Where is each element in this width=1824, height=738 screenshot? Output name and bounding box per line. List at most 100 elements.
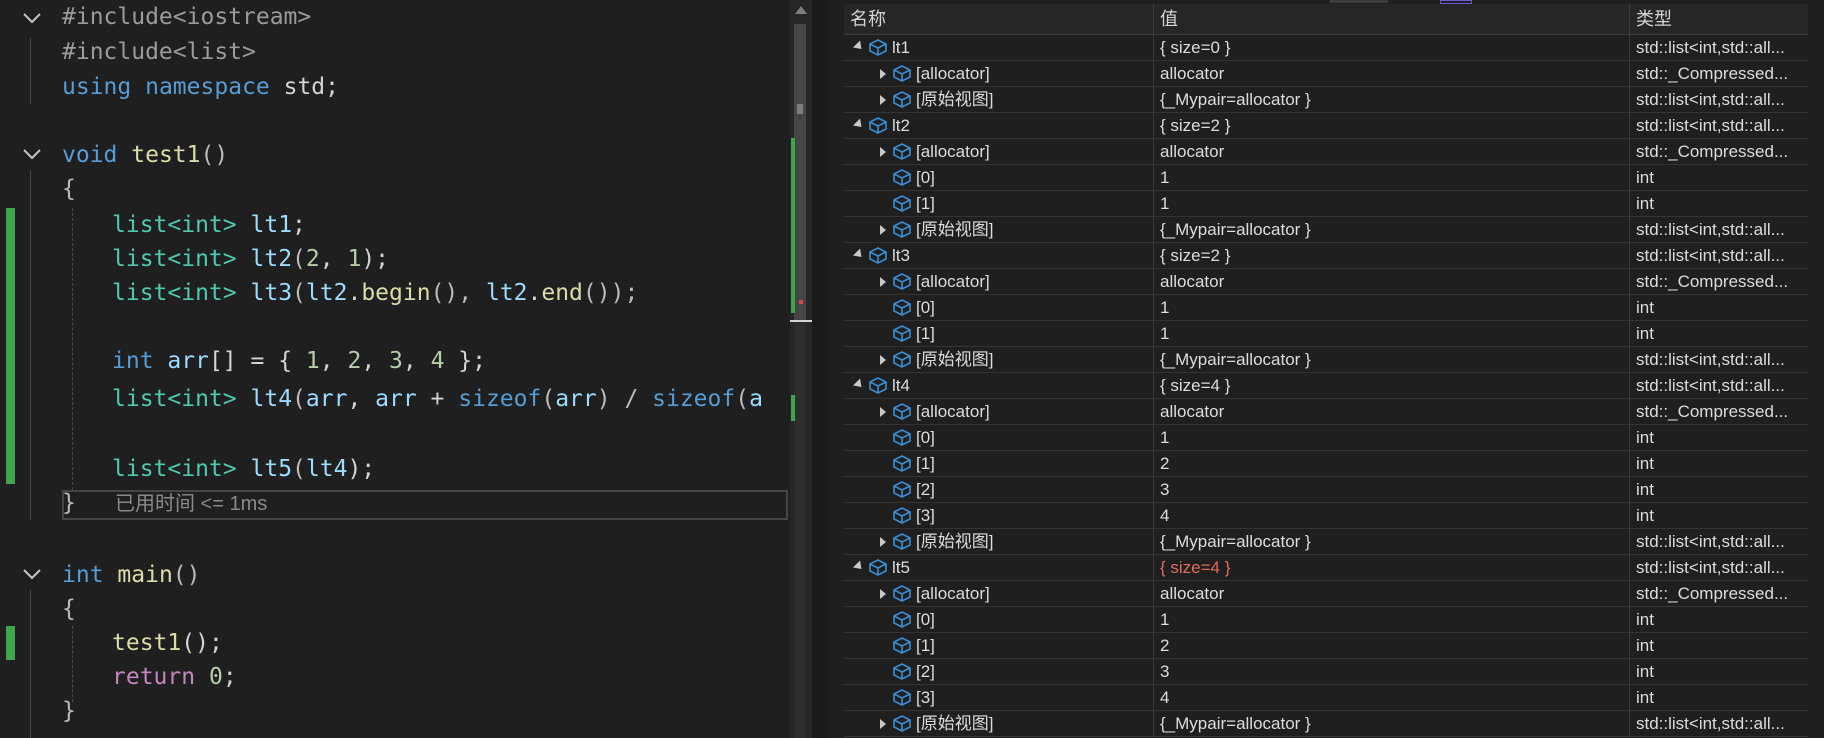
watch-row[interactable]: [3] 4 int	[844, 685, 1821, 711]
watch-row[interactable]: [原始视图] {_Mypair=allocator } std::list<int,…	[844, 217, 1821, 243]
watch-name-cell[interactable]: [3]	[844, 503, 1154, 528]
watch-name-cell[interactable]: [1]	[844, 191, 1154, 216]
watch-row[interactable]: [allocator] allocator std::_Compressed...	[844, 61, 1821, 87]
watch-value-cell[interactable]: 1	[1154, 191, 1630, 216]
watch-row[interactable]: lt4 { size=4 } std::list<int,std::all...	[844, 373, 1821, 399]
expanded-triangle-icon[interactable]	[852, 118, 866, 131]
watch-name-cell[interactable]: lt4	[844, 373, 1154, 398]
watch-name-cell[interactable]: [allocator]	[844, 139, 1154, 164]
watch-name-cell[interactable]: lt1	[844, 35, 1154, 60]
watch-row[interactable]: [1] 2 int	[844, 451, 1821, 477]
watch-name-cell[interactable]: [1]	[844, 321, 1154, 346]
watch-value-cell[interactable]: 2	[1154, 451, 1630, 476]
chevron-down-icon[interactable]	[20, 144, 44, 164]
code-line-20[interactable]: return 0;	[112, 660, 237, 694]
watch-row[interactable]: [1] 2 int	[844, 633, 1821, 659]
watch-name-cell[interactable]: lt5	[844, 555, 1154, 580]
watch-name-cell[interactable]: [2]	[844, 659, 1154, 684]
watch-value-cell[interactable]: 3	[1154, 477, 1630, 502]
code-line-3[interactable]: using namespace std;	[62, 70, 339, 104]
collapsed-triangle-icon[interactable]	[880, 69, 886, 79]
watch-row[interactable]: lt3 { size=2 } std::list<int,std::all...	[844, 243, 1821, 269]
watch-row[interactable]: [0] 1 int	[844, 165, 1821, 191]
collapsed-triangle-icon[interactable]	[880, 407, 886, 417]
expanded-triangle-icon[interactable]	[852, 248, 866, 261]
watch-name-cell[interactable]: [原始视图]	[844, 529, 1154, 554]
watch-row[interactable]: [1] 1 int	[844, 321, 1821, 347]
watch-row[interactable]: [1] 1 int	[844, 191, 1821, 217]
code-line-18[interactable]: {	[62, 592, 76, 626]
panel-splitter[interactable]	[812, 0, 829, 738]
collapsed-triangle-icon[interactable]	[880, 355, 886, 365]
watch-value-cell[interactable]: 3	[1154, 659, 1630, 684]
watch-name-cell[interactable]: [1]	[844, 633, 1154, 658]
watch-row[interactable]: [原始视图] {_Mypair=allocator } std::list<int,…	[844, 711, 1821, 737]
scroll-up-icon[interactable]	[795, 6, 807, 14]
collapsed-triangle-icon[interactable]	[880, 95, 886, 105]
code-line-7[interactable]: list<int> lt1;	[112, 208, 306, 242]
watch-value-cell[interactable]: { size=2 }	[1154, 113, 1630, 138]
watch-row[interactable]: lt1 { size=0 } std::list<int,std::all...	[844, 35, 1821, 61]
collapsed-triangle-icon[interactable]	[880, 277, 886, 287]
code-line-17[interactable]: int main()	[62, 558, 201, 592]
watch-row[interactable]: [原始视图] {_Mypair=allocator } std::list<int,…	[844, 529, 1821, 555]
chevron-down-icon[interactable]	[20, 8, 44, 28]
watch-name-cell[interactable]: [原始视图]	[844, 711, 1154, 736]
watch-name-cell[interactable]: [原始视图]	[844, 87, 1154, 112]
watch-value-cell[interactable]: {_Mypair=allocator }	[1154, 711, 1630, 736]
watch-name-cell[interactable]: [allocator]	[844, 269, 1154, 294]
watch-value-cell[interactable]: 1	[1154, 425, 1630, 450]
watch-window[interactable]: 名称 值 类型 lt1{ size=0 } std::list<int,std::…	[828, 0, 1824, 738]
code-line-12[interactable]: list<int> lt4(arr, arr + sizeof(arr) / s…	[112, 382, 763, 416]
watch-row[interactable]: [0] 1 int	[844, 425, 1821, 451]
collapsed-triangle-icon[interactable]	[880, 225, 886, 235]
watch-row[interactable]: [0] 1 int	[844, 295, 1821, 321]
chevron-down-icon[interactable]	[20, 564, 44, 584]
watch-row[interactable]: [原始视图] {_Mypair=allocator } std::list<int,…	[844, 87, 1821, 113]
collapsed-triangle-icon[interactable]	[880, 719, 886, 729]
code-line-1[interactable]: #include<iostream>	[62, 0, 311, 34]
column-header-name[interactable]: 名称	[844, 4, 1154, 34]
watch-name-cell[interactable]: [原始视图]	[844, 217, 1154, 242]
watch-value-cell[interactable]: 1	[1154, 165, 1630, 190]
code-line-15[interactable]: }	[62, 486, 76, 520]
column-header-type[interactable]: 类型	[1630, 4, 1821, 34]
watch-value-cell[interactable]: allocator	[1154, 269, 1630, 294]
watch-row[interactable]: [allocator] allocator std::_Compressed...	[844, 139, 1821, 165]
watch-value-cell[interactable]: allocator	[1154, 581, 1630, 606]
watch-value-cell[interactable]: {_Mypair=allocator }	[1154, 87, 1630, 112]
code-line-11[interactable]: int arr[] = { 1, 2, 3, 4 };	[112, 344, 486, 378]
watch-name-cell[interactable]: [allocator]	[844, 61, 1154, 86]
watch-name-cell[interactable]: [0]	[844, 295, 1154, 320]
watch-name-cell[interactable]: lt2	[844, 113, 1154, 138]
watch-name-cell[interactable]: [3]	[844, 685, 1154, 710]
watch-value-cell[interactable]: 1	[1154, 295, 1630, 320]
code-line-2[interactable]: #include<list>	[62, 35, 256, 69]
watch-name-cell[interactable]: [0]	[844, 607, 1154, 632]
watch-row[interactable]: [allocator] allocator std::_Compressed...	[844, 399, 1821, 425]
watch-row[interactable]: [allocator] allocator std::_Compressed...	[844, 581, 1821, 607]
watch-name-cell[interactable]: [allocator]	[844, 581, 1154, 606]
column-header-value[interactable]: 值	[1154, 4, 1630, 34]
watch-row[interactable]: [allocator] allocator std::_Compressed...	[844, 269, 1821, 295]
code-line-8[interactable]: list<int> lt2(2, 1);	[112, 242, 389, 276]
watch-row[interactable]: lt5 { size=4 } std::list<int,std::all...	[844, 555, 1821, 581]
watch-value-cell[interactable]: allocator	[1154, 399, 1630, 424]
watch-value-cell[interactable]: {_Mypair=allocator }	[1154, 217, 1630, 242]
collapsed-triangle-icon[interactable]	[880, 589, 886, 599]
watch-row[interactable]: [3] 4 int	[844, 503, 1821, 529]
collapsed-triangle-icon[interactable]	[880, 537, 886, 547]
code-line-5[interactable]: void test1()	[62, 138, 228, 172]
watch-value-cell[interactable]: allocator	[1154, 139, 1630, 164]
watch-value-cell[interactable]: { size=4 }	[1154, 555, 1630, 580]
scrollbar-thumb[interactable]	[794, 24, 806, 320]
watch-value-cell[interactable]: { size=2 }	[1154, 243, 1630, 268]
function-name[interactable]: test1	[131, 142, 200, 168]
watch-row[interactable]: [2] 3 int	[844, 477, 1821, 503]
code-line-9[interactable]: list<int> lt3(lt2.begin(), lt2.end());	[112, 276, 638, 310]
expanded-triangle-icon[interactable]	[852, 40, 866, 53]
watch-name-cell[interactable]: lt3	[844, 243, 1154, 268]
watch-name-cell[interactable]: [0]	[844, 165, 1154, 190]
watch-value-cell[interactable]: 4	[1154, 503, 1630, 528]
watch-row[interactable]: [0] 1 int	[844, 607, 1821, 633]
